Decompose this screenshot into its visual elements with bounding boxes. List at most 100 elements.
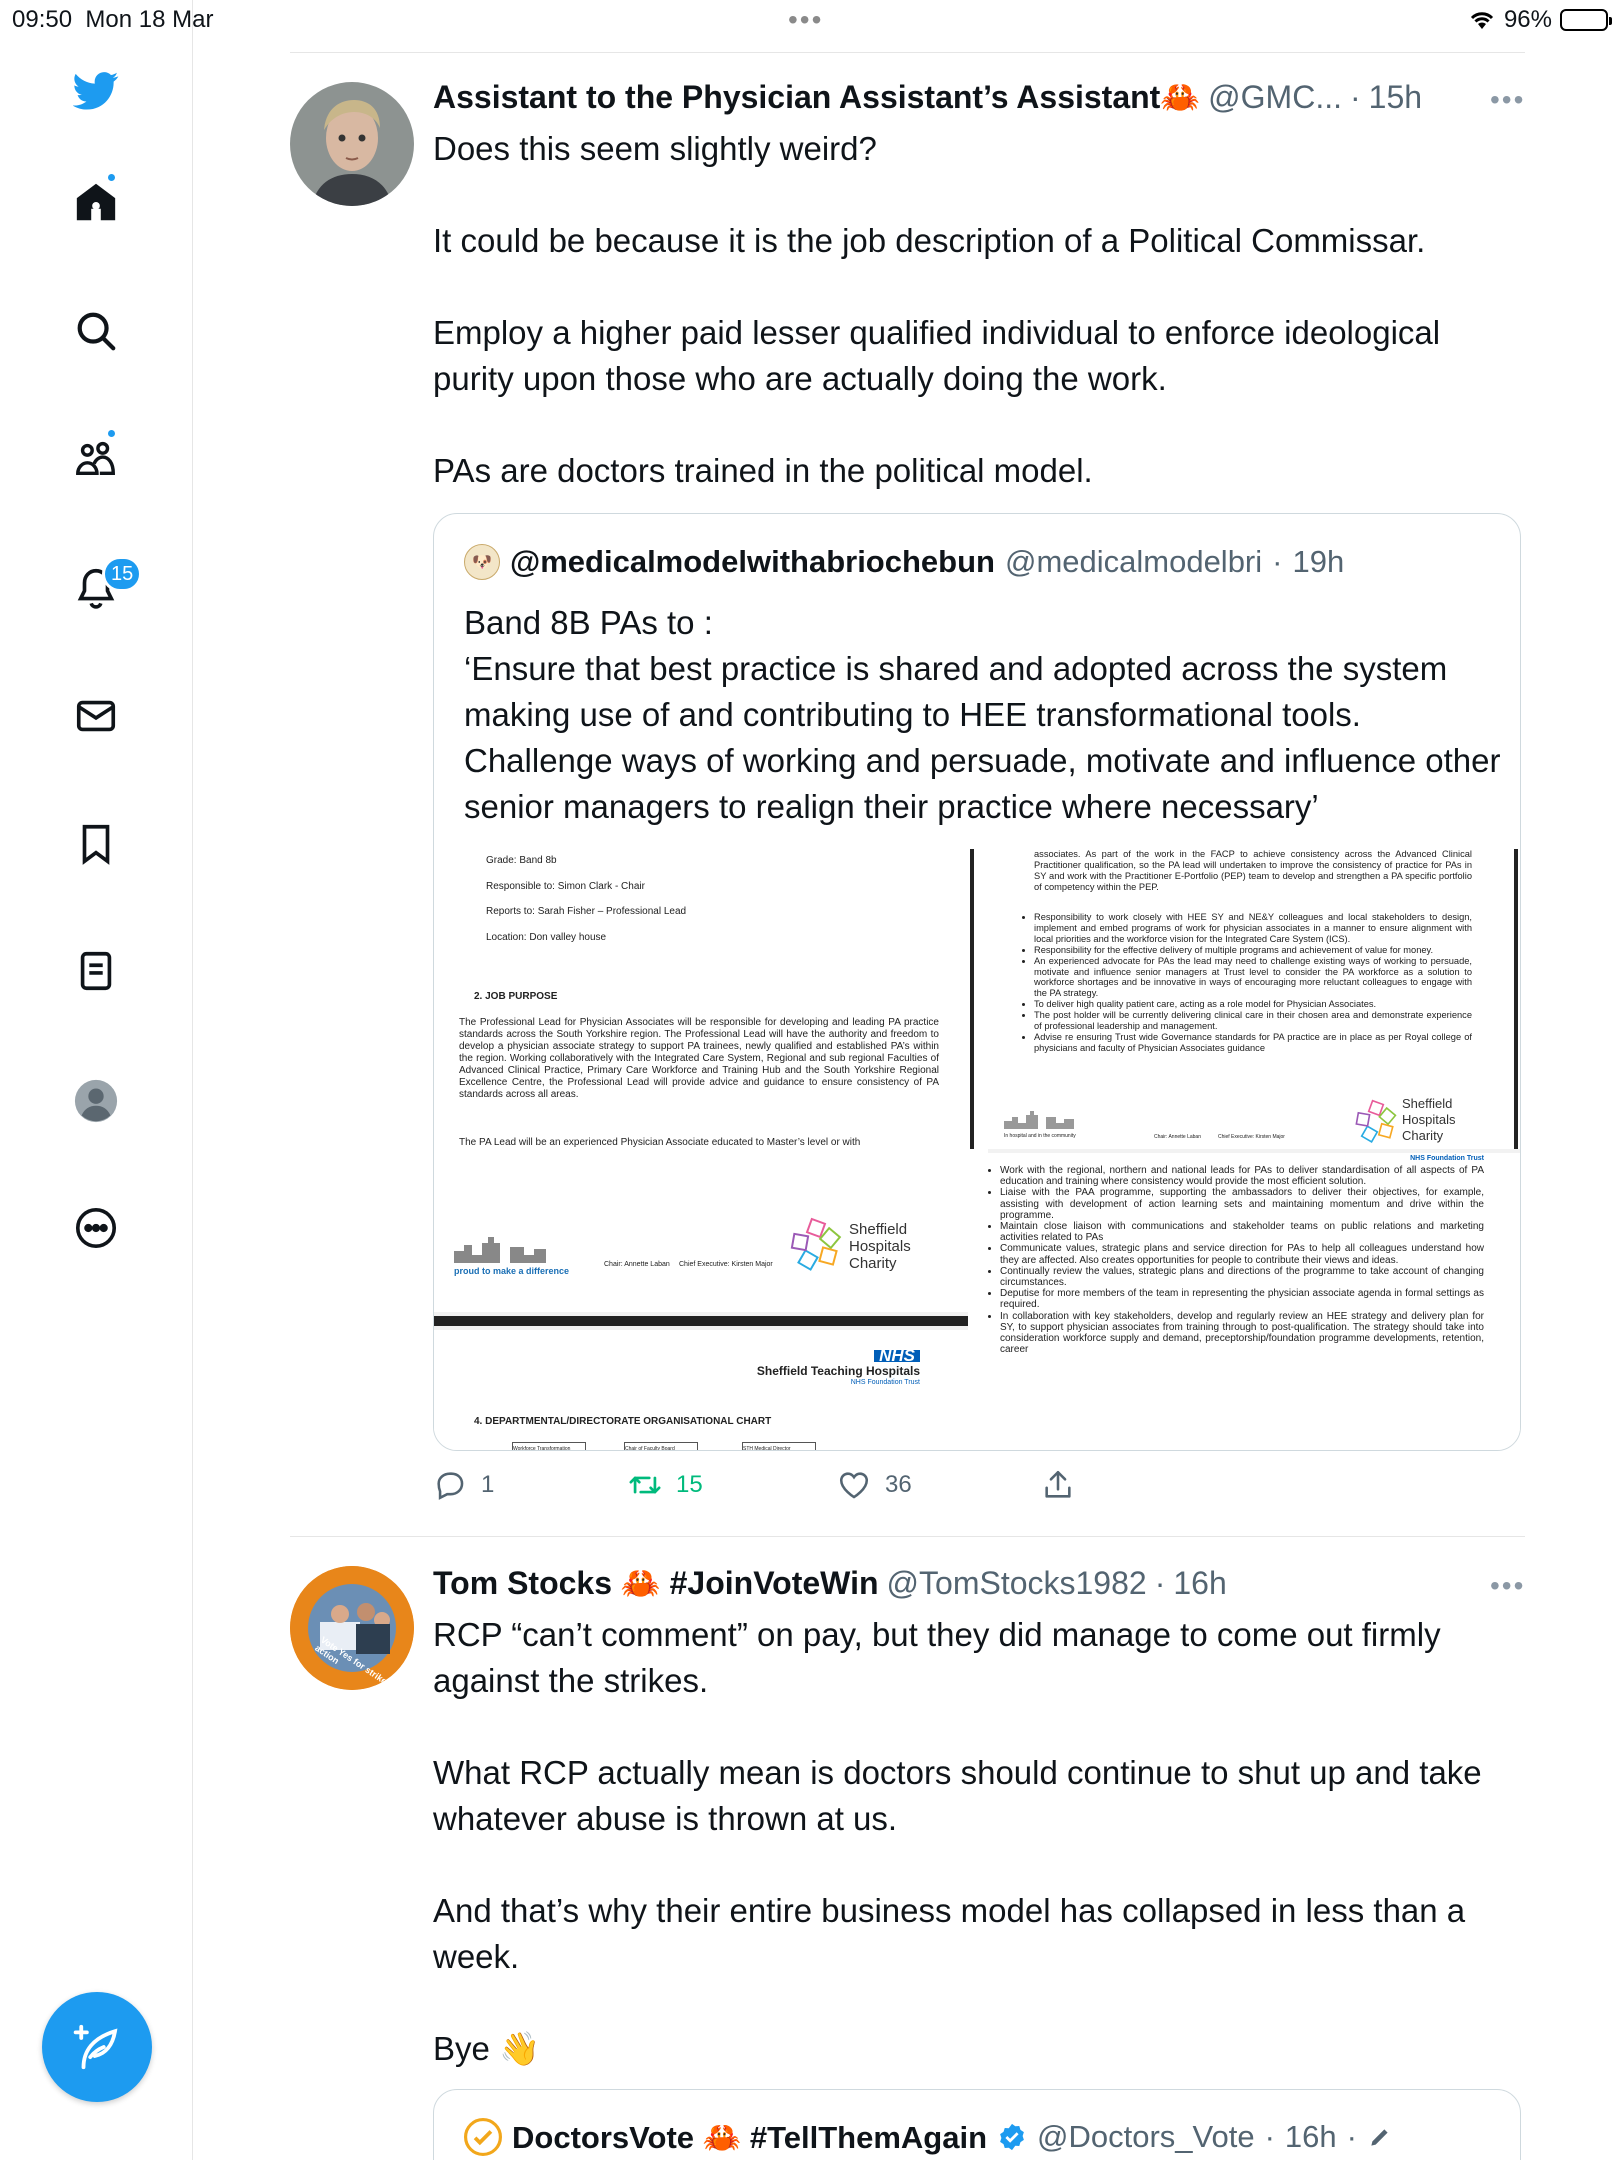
separator-dot: ·: [1154, 1565, 1166, 1601]
doc-footer-left: In hospital and in the community: [1004, 1133, 1076, 1139]
doc-proud: proud to make a difference: [454, 1266, 570, 1276]
retweet-count: 15: [676, 1471, 703, 1498]
doc-footer-ce: Chief Executive: Kirsten Major: [679, 1261, 773, 1268]
doc-bullet: To deliver high quality patient care, ac…: [1034, 999, 1472, 1010]
doc-bullet: Continually review the values, strategic…: [1000, 1266, 1484, 1288]
doc-intro: associates. As part of the work in the F…: [1034, 849, 1472, 892]
hospital-skyline-illustration: [454, 1237, 546, 1263]
doc-bullet: Communicate values, strategic plans and …: [1000, 1243, 1484, 1265]
notification-badge: 15: [102, 556, 143, 592]
separator-dot: ·: [1264, 2119, 1275, 2154]
handle[interactable]: @GMC...: [1208, 79, 1342, 116]
trust-sub: NHS Foundation Trust: [850, 1379, 920, 1386]
share-button[interactable]: [1041, 1468, 1075, 1502]
more-icon[interactable]: [70, 1202, 122, 1254]
tweet-text: RCP “can’t comment” on pay, but they did…: [433, 1612, 1523, 2072]
doc-purpose: The Professional Lead for Physician Asso…: [459, 1017, 939, 1100]
like-button[interactable]: 36: [837, 1468, 912, 1502]
doc-bullet: An experienced advocate for PAs the lead…: [1034, 956, 1472, 1000]
sidebar: 15: [0, 0, 193, 2160]
quoted-tweet-header: 🐶 @medicalmodelwithabriochebun @medicalm…: [464, 544, 1344, 580]
display-name[interactable]: Assistant to the Physician Assistant’s A…: [433, 78, 1200, 116]
document-page-left: Grade: Band 8b Responsible to: Simon Cla…: [434, 849, 968, 1312]
document-page-right-bottom: NHS Foundation Trust Work with the regio…: [974, 1153, 1520, 1450]
org-chart-box: STH Medical Director: [742, 1442, 816, 1450]
tweet-actions: 1 15 36: [433, 1468, 1093, 1508]
search-icon[interactable]: [70, 305, 122, 357]
doc-pa-lead: The PA Lead will be an experienced Physi…: [459, 1137, 861, 1148]
profile-icon[interactable]: [70, 1075, 122, 1127]
share-icon: [1045, 1470, 1071, 1498]
separator-dot: ·: [1346, 2119, 1357, 2154]
tweet-text: Does this seem slightly weird? It could …: [433, 126, 1523, 494]
doc-heading: 2. JOB PURPOSE: [474, 991, 558, 1002]
quoted-display-name: DoctorsVote 🦀 #TellThemAgain: [512, 2119, 988, 2155]
quoted-tweet-header: DoctorsVote 🦀 #TellThemAgain @Doctors_Vo…: [464, 2118, 1393, 2156]
page-separator: [434, 1316, 968, 1326]
quoted-handle: @Doctors_Vote: [1037, 2119, 1255, 2154]
document-page-right-top: associates. As part of the work in the F…: [974, 849, 1520, 1149]
timestamp[interactable]: 16h: [1173, 1565, 1226, 1602]
doc-location: Location: Don valley house: [486, 932, 607, 943]
tweet-paragraph: And that’s why their entire business mod…: [433, 1892, 1466, 1975]
feed-top-divider: [290, 52, 1525, 53]
doc-bullet: Deputise for more members of the team in…: [1000, 1288, 1484, 1310]
doc-bullet: Liaise with the PAA programme, supportin…: [1000, 1187, 1484, 1221]
tweet-paragraph: RCP “can’t comment” on pay, but they did…: [433, 1616, 1441, 1699]
doc-bullet: The post holder will be currently delive…: [1034, 1010, 1472, 1032]
avatar[interactable]: #BMABallotReady Vote Yes for strike acti…: [290, 1566, 414, 1690]
quoted-timestamp: 16h: [1284, 2119, 1337, 2154]
tweet-divider: [290, 1536, 1525, 1537]
quoted-tweet[interactable]: DoctorsVote 🦀 #TellThemAgain @Doctors_Vo…: [433, 2089, 1521, 2160]
separator-dot: ·: [1272, 544, 1283, 579]
quoted-avatar: 🐶: [464, 544, 500, 580]
quoted-line: ‘Ensure that best practice is shared and…: [464, 650, 1501, 825]
more-options-icon[interactable]: •••: [1490, 84, 1525, 116]
reply-count: 1: [481, 1471, 495, 1498]
tweet-paragraph: Employ a higher paid lesser qualified in…: [433, 314, 1441, 397]
doc-bullet: Responsibility for the effective deliver…: [1034, 945, 1472, 956]
quoted-tweet[interactable]: 🐶 @medicalmodelwithabriochebun @medicalm…: [433, 513, 1521, 1451]
tweet-paragraph: PAs are doctors trained in the political…: [433, 452, 1093, 489]
org-chart-box: Chair of Faculty Board: [624, 1442, 698, 1450]
timestamp[interactable]: 15h: [1369, 79, 1422, 116]
status-bar: 09:50 Mon 18 Mar ••• 96%: [0, 0, 1620, 40]
status-right: 96%: [1468, 6, 1612, 34]
lists-icon[interactable]: [70, 945, 122, 997]
tweet-paragraph: What RCP actually mean is doctors should…: [433, 1754, 1482, 1837]
wifi-icon: [1470, 12, 1494, 29]
more-options-icon[interactable]: •••: [1490, 1570, 1525, 1602]
display-name[interactable]: Tom Stocks 🦀 #JoinVoteWin: [433, 1564, 879, 1602]
attached-image[interactable]: Grade: Band 8b Responsible to: Simon Cla…: [434, 849, 1520, 1450]
twitter-logo-icon[interactable]: [70, 64, 122, 116]
tweet-paragraph: Bye 👋: [433, 2030, 541, 2067]
quoted-handle: @medicalmodelbri: [1004, 544, 1263, 579]
handle[interactable]: @TomStocks1982: [887, 1565, 1147, 1602]
retweet-icon: [629, 1476, 661, 1494]
doc-footer-chair: Chair: Annette Laban: [604, 1261, 670, 1268]
quoted-timestamp: 19h: [1292, 544, 1345, 579]
charity-name: Sheffield Hospitals Charity: [1402, 1096, 1456, 1143]
doc-responsible: Responsible to: Simon Clark - Chair: [486, 881, 645, 892]
edit-icon: [1371, 2129, 1388, 2146]
quoted-display-name: @medicalmodelwithabriochebun: [510, 544, 995, 579]
retweet-button[interactable]: 15: [628, 1468, 703, 1502]
doc-reports: Reports to: Sarah Fisher – Professional …: [486, 906, 687, 917]
like-icon: [839, 1472, 869, 1499]
separator-dot: ·: [1349, 79, 1361, 115]
doc-footer-chair: Chair: Annette Laban: [1154, 1134, 1201, 1140]
avatar[interactable]: [290, 82, 414, 206]
reply-icon: [437, 1472, 464, 1500]
doc-bullet: Responsibility to work closely with HEE …: [1034, 912, 1472, 945]
compose-icon: [73, 2024, 118, 2070]
compose-button[interactable]: [42, 1992, 152, 2102]
multitasking-dots[interactable]: •••: [788, 4, 823, 36]
reply-button[interactable]: 1: [433, 1468, 494, 1502]
home-icon[interactable]: [70, 176, 122, 228]
communities-icon[interactable]: [70, 432, 122, 484]
bookmark-icon[interactable]: [70, 818, 122, 870]
doc-bullet: Advise re ensuring Trust wide Governance…: [1034, 1032, 1472, 1054]
mail-icon[interactable]: [70, 690, 122, 742]
verified-icon: [1000, 2123, 1024, 2151]
trust-sub: NHS Foundation Trust: [1410, 1155, 1484, 1162]
